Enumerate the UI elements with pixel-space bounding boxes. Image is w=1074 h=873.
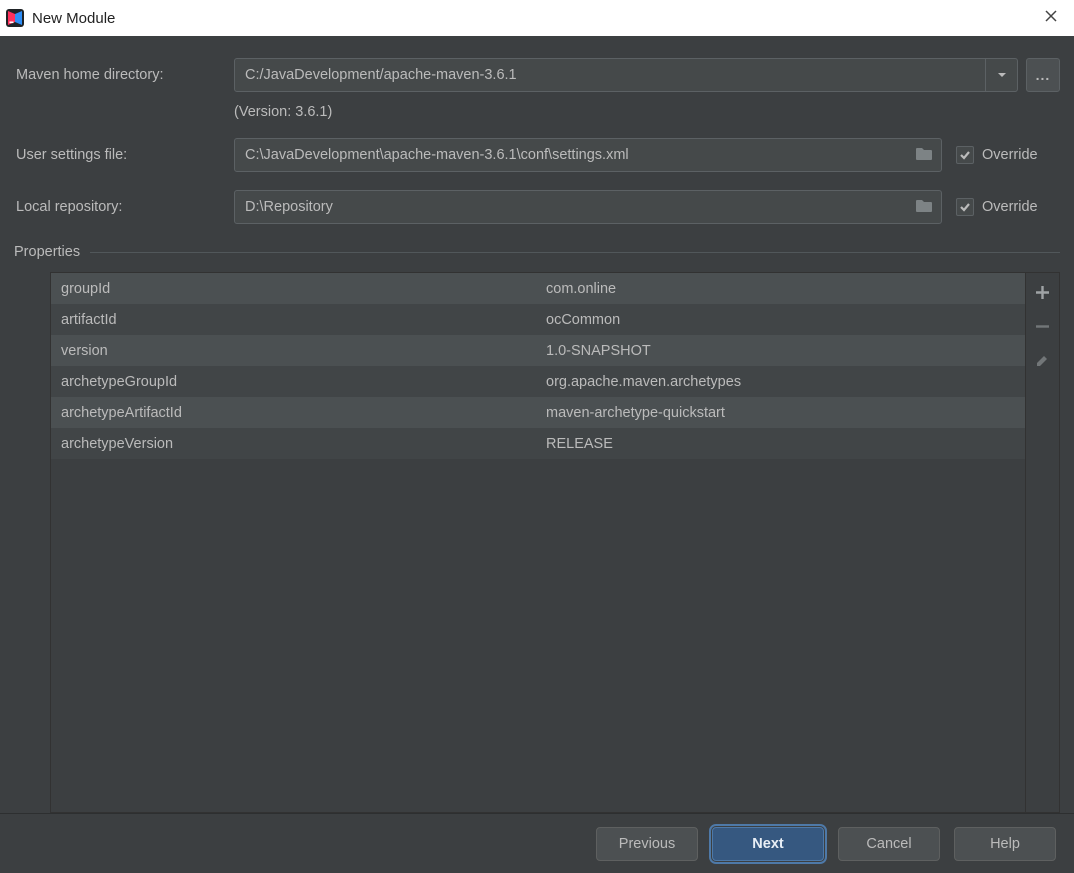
table-row[interactable]: archetypeArtifactIdmaven-archetype-quick… — [51, 397, 1025, 428]
property-key: artifactId — [51, 312, 536, 328]
edit-icon[interactable] — [1030, 347, 1056, 373]
property-value: com.online — [536, 281, 1025, 297]
separator — [90, 252, 1060, 253]
property-value: RELEASE — [536, 436, 1025, 452]
table-row[interactable]: archetypeGroupIdorg.apache.maven.archety… — [51, 366, 1025, 397]
maven-home-label: Maven home directory: — [14, 67, 234, 83]
folder-icon[interactable] — [915, 198, 933, 217]
next-button[interactable]: Next — [712, 827, 824, 861]
properties-title: Properties — [14, 244, 80, 260]
maven-version-info: (Version: 3.6.1) — [14, 104, 1060, 120]
properties-table[interactable]: groupIdcom.onlineartifactIdocCommonversi… — [50, 272, 1026, 813]
maven-home-combo[interactable]: C:/JavaDevelopment/apache-maven-3.6.1 — [234, 58, 1018, 92]
property-value: 1.0-SNAPSHOT — [536, 343, 1025, 359]
table-row[interactable]: version1.0-SNAPSHOT — [51, 335, 1025, 366]
table-row[interactable]: archetypeVersionRELEASE — [51, 428, 1025, 459]
titlebar: New Module — [0, 0, 1074, 36]
remove-icon[interactable] — [1030, 313, 1056, 339]
property-key: archetypeGroupId — [51, 374, 536, 390]
properties-toolbar — [1026, 272, 1060, 813]
chevron-down-icon[interactable] — [985, 59, 1017, 91]
folder-icon[interactable] — [915, 146, 933, 165]
dialog-content: Maven home directory: C:/JavaDevelopment… — [0, 36, 1074, 813]
user-settings-override-checkbox[interactable] — [956, 146, 974, 164]
property-key: archetypeArtifactId — [51, 405, 536, 421]
dialog-footer: Previous Next Cancel Help — [0, 813, 1074, 873]
previous-button[interactable]: Previous — [596, 827, 698, 861]
cancel-button[interactable]: Cancel — [838, 827, 940, 861]
user-settings-label: User settings file: — [14, 147, 234, 163]
maven-home-browse-button[interactable]: ... — [1026, 58, 1060, 92]
user-settings-value: C:\JavaDevelopment\apache-maven-3.6.1\co… — [245, 147, 907, 163]
property-value: maven-archetype-quickstart — [536, 405, 1025, 421]
table-row[interactable]: groupIdcom.online — [51, 273, 1025, 304]
local-repo-value: D:\Repository — [245, 199, 907, 215]
property-value: org.apache.maven.archetypes — [536, 374, 1025, 390]
help-button[interactable]: Help — [954, 827, 1056, 861]
local-repo-input[interactable]: D:\Repository — [234, 190, 942, 224]
add-icon[interactable] — [1030, 279, 1056, 305]
property-key: version — [51, 343, 536, 359]
local-repo-override-label: Override — [982, 199, 1038, 215]
property-value: ocCommon — [536, 312, 1025, 328]
properties-section: Properties groupIdcom.onlineartifactIdoc… — [14, 244, 1060, 813]
local-repo-override-checkbox[interactable] — [956, 198, 974, 216]
maven-home-value: C:/JavaDevelopment/apache-maven-3.6.1 — [235, 59, 985, 91]
property-key: groupId — [51, 281, 536, 297]
user-settings-override-label: Override — [982, 147, 1038, 163]
user-settings-input[interactable]: C:\JavaDevelopment\apache-maven-3.6.1\co… — [234, 138, 942, 172]
property-key: archetypeVersion — [51, 436, 536, 452]
window-title: New Module — [32, 10, 115, 27]
intellij-icon — [6, 9, 24, 27]
close-button[interactable] — [1038, 3, 1064, 33]
local-repo-label: Local repository: — [14, 199, 234, 215]
table-row[interactable]: artifactIdocCommon — [51, 304, 1025, 335]
